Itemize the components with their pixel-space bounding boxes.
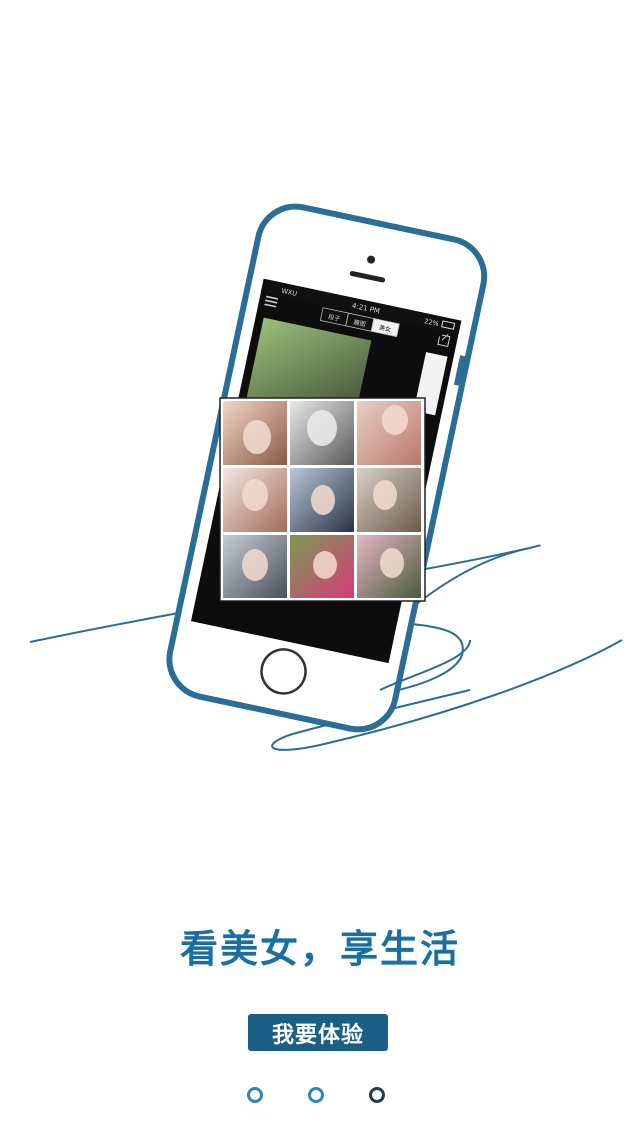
try-it-button[interactable]: 我要体验 — [248, 1014, 388, 1051]
page-dot-1[interactable] — [247, 1087, 263, 1103]
photo-grid — [219, 397, 426, 602]
tagline: 看美女，享生活 — [179, 927, 460, 971]
page-dot-3-active[interactable] — [369, 1087, 385, 1103]
page-dot-2[interactable] — [308, 1087, 324, 1103]
page-indicator — [0, 1087, 640, 1109]
phone-illustration: WXU 4:21 PM 22% 段子 趣图 美女 — [29, 203, 623, 751]
